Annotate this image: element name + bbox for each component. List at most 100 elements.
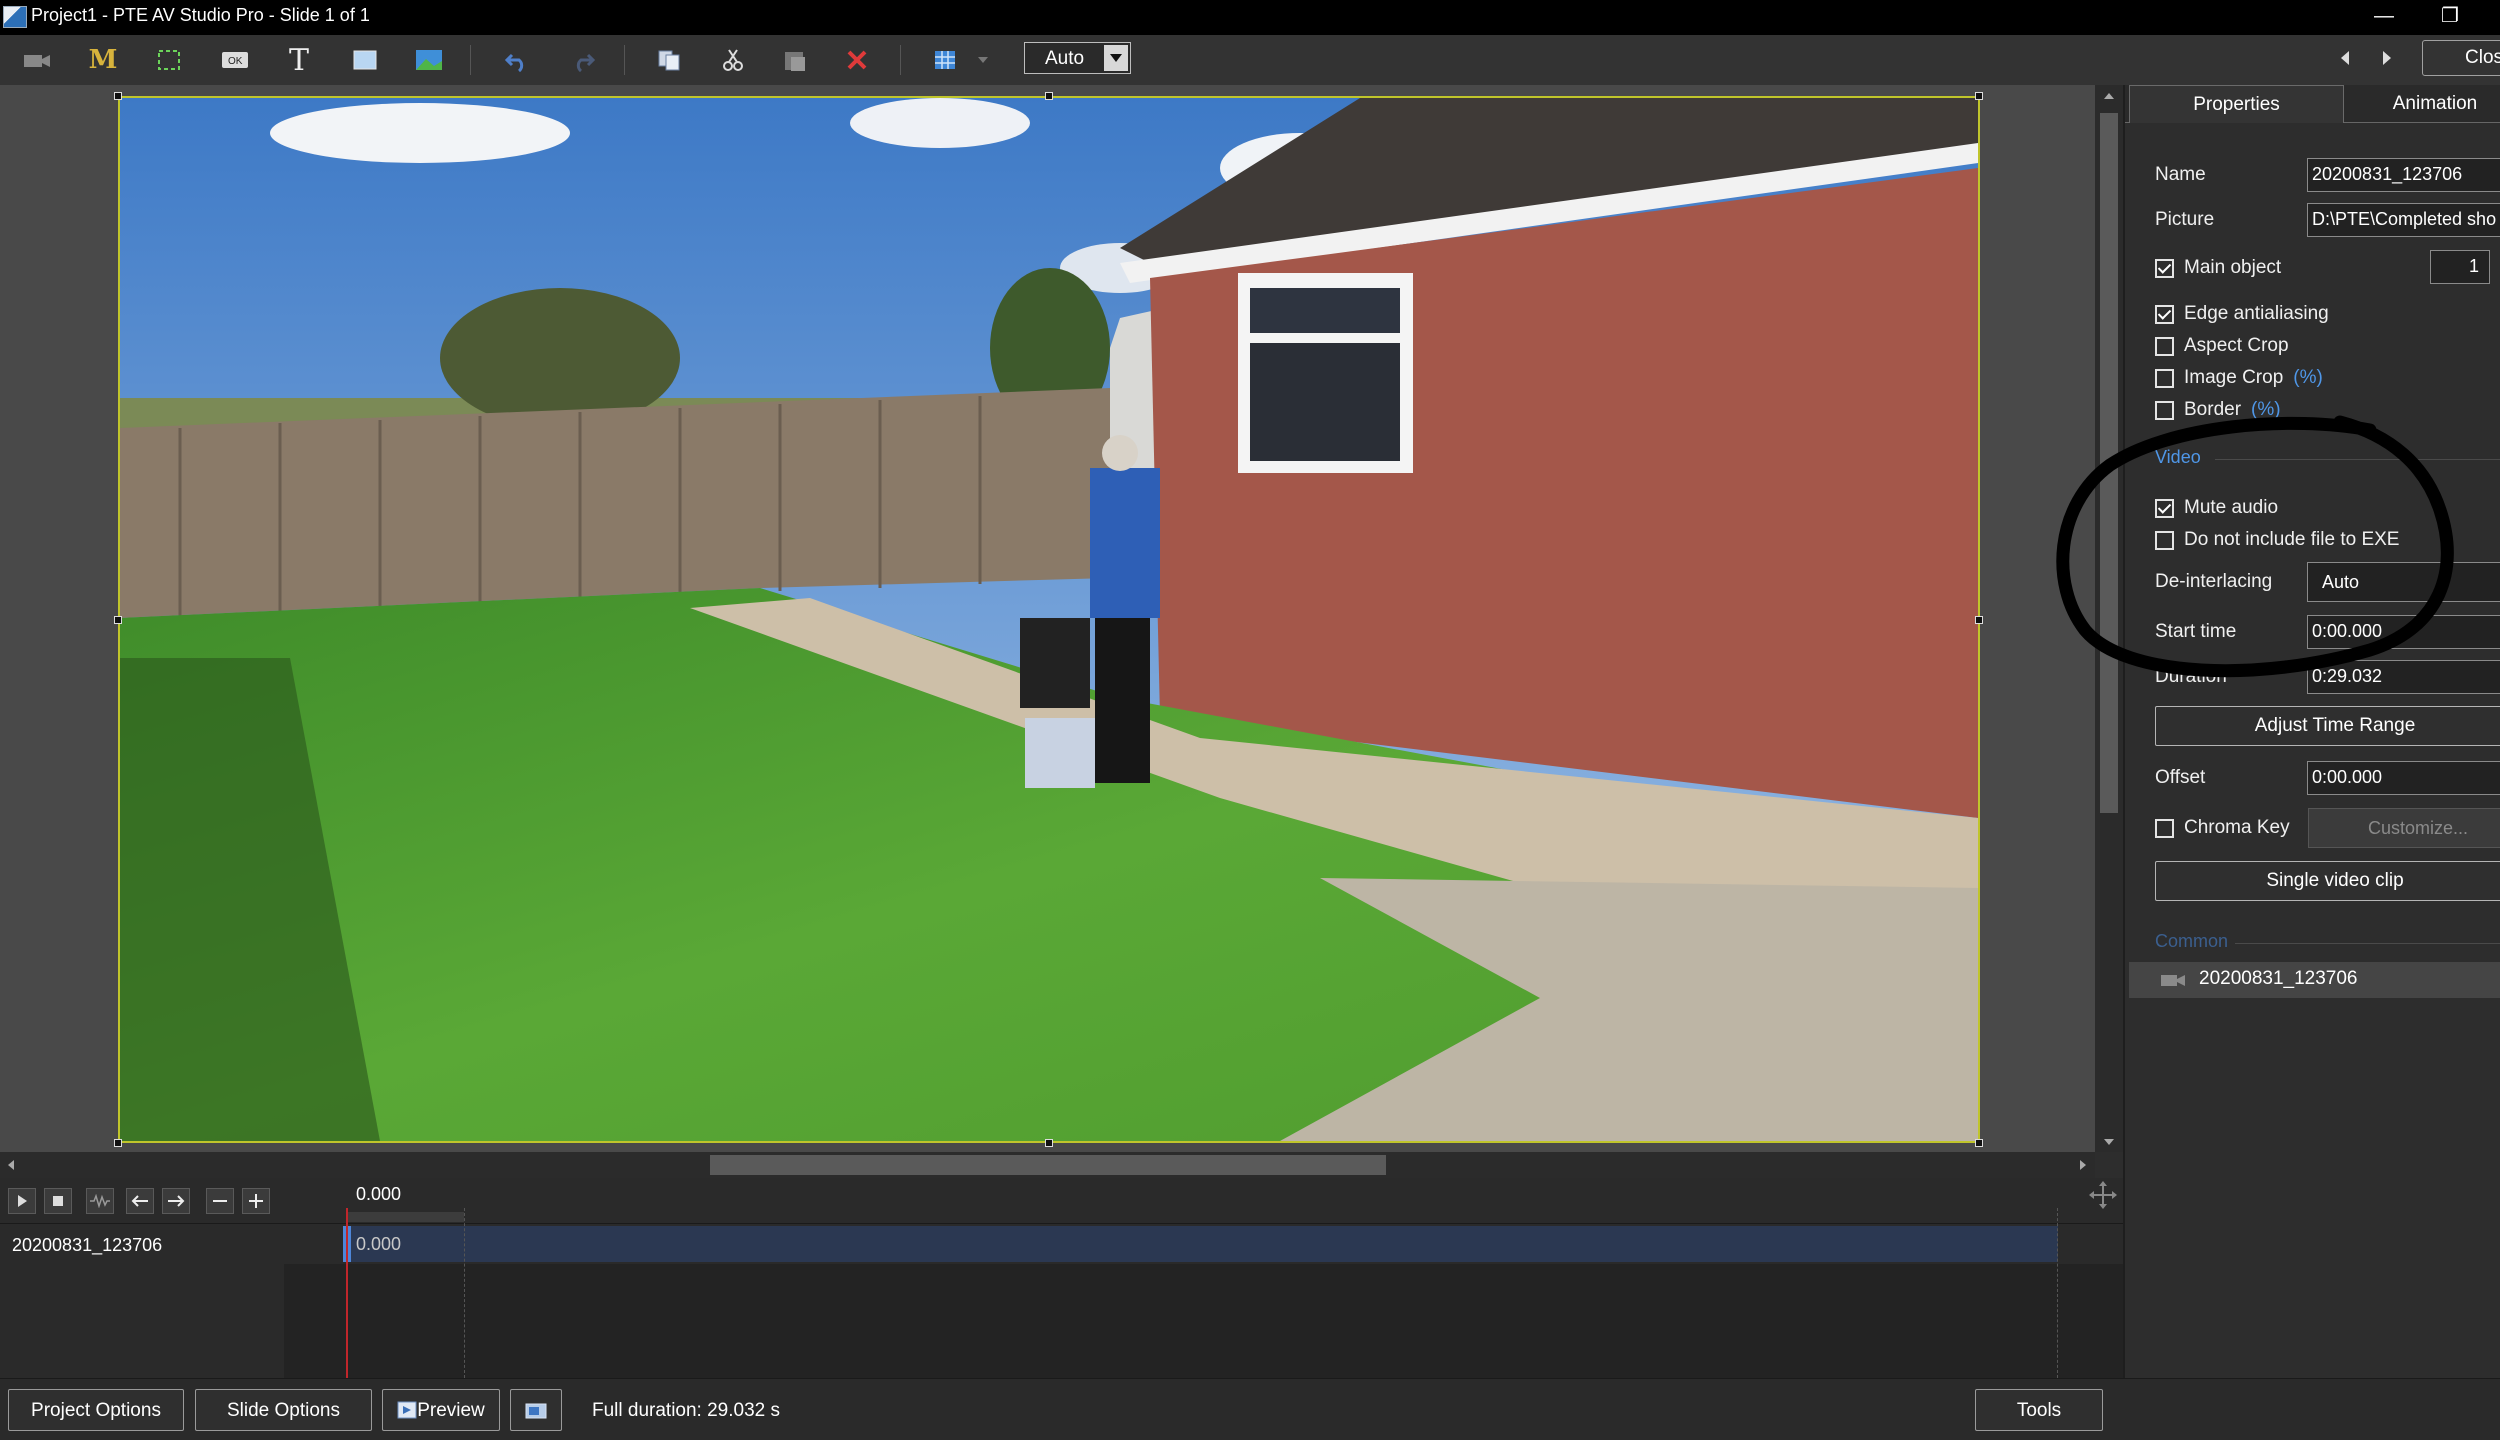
app-icon (3, 6, 27, 28)
redo-icon[interactable] (560, 41, 606, 79)
picture-label: Picture (2155, 209, 2215, 230)
move-icon[interactable] (2088, 1180, 2118, 1210)
preview-icon (397, 1401, 417, 1419)
scroll-up-icon[interactable] (2103, 91, 2115, 101)
clip-start-time: 0.000 (356, 1234, 402, 1254)
checkbox-icon[interactable] (2155, 818, 2174, 838)
name-label: Name (2155, 164, 2206, 185)
picture-path-field[interactable]: D:\PTE\Completed sho (2307, 203, 2500, 237)
image-crop-percent-link[interactable]: (%) (2293, 367, 2323, 389)
frame-icon[interactable] (146, 41, 192, 79)
checkbox-icon[interactable] (2155, 336, 2174, 356)
copy-icon[interactable] (646, 41, 692, 79)
chroma-key-checkbox[interactable]: Chroma Key (2155, 815, 2290, 841)
chroma-key-label: Chroma Key (2184, 817, 2290, 838)
chevron-down-icon[interactable] (1104, 45, 1128, 71)
stop-icon[interactable] (44, 1188, 72, 1214)
restore-button[interactable]: ❐ (2420, 0, 2480, 35)
customize-button[interactable]: Customize... (2308, 808, 2500, 848)
resize-handle[interactable] (1045, 1139, 1053, 1147)
preview-label: Preview (417, 1400, 485, 1421)
delete-icon[interactable] (834, 41, 880, 79)
edge-antialiasing-label: Edge antialiasing (2184, 303, 2329, 324)
scroll-right-icon[interactable] (2078, 1159, 2088, 1171)
mask-icon[interactable]: M (80, 41, 126, 79)
panel-right-arrow-icon[interactable] (2380, 49, 2394, 73)
properties-panel: Properties Animation Name 20200831_12370… (2123, 85, 2500, 1378)
checkbox-checked-icon[interactable] (2155, 258, 2174, 278)
toolbar-separator (900, 45, 901, 75)
play-icon[interactable] (8, 1188, 36, 1214)
timeline-panel: 0.000 20200831_123706 0.000 (0, 1178, 2123, 1378)
button-object-icon[interactable]: OK (212, 41, 258, 79)
scroll-down-icon[interactable] (2103, 1137, 2115, 1147)
preview-button[interactable]: Preview (382, 1389, 500, 1431)
track-name[interactable]: 20200831_123706 (12, 1235, 162, 1256)
rectangle-icon[interactable] (342, 41, 388, 79)
zoom-out-icon[interactable] (206, 1188, 234, 1214)
resize-handle[interactable] (114, 92, 122, 100)
image-crop-label: Image Crop (2184, 367, 2284, 388)
window-title: Project1 - PTE AV Studio Pro - Slide 1 o… (31, 5, 370, 25)
text-icon[interactable]: T (276, 41, 322, 79)
panel-left-arrow-icon[interactable] (2338, 49, 2352, 73)
resize-handle[interactable] (1975, 616, 1983, 624)
aspect-crop-checkbox[interactable]: Aspect Crop (2155, 333, 2289, 359)
resize-handle[interactable] (1975, 92, 1983, 100)
video-camera-icon[interactable] (14, 41, 60, 79)
zoom-select[interactable]: Auto (1024, 42, 1131, 74)
offset-label: Offset (2155, 767, 2206, 788)
playhead[interactable] (346, 1208, 348, 1378)
common-section-heading: Common (2155, 931, 2229, 951)
video-frame[interactable] (118, 96, 1980, 1143)
image-icon[interactable] (406, 41, 452, 79)
paste-icon[interactable] (772, 41, 818, 79)
video-clip[interactable] (343, 1226, 2058, 1262)
zoom-in-icon[interactable] (242, 1188, 270, 1214)
aspect-crop-label: Aspect Crop (2184, 335, 2289, 356)
close-button[interactable]: Clos (2422, 40, 2500, 76)
offset-field[interactable]: 0:00.000 (2307, 761, 2500, 795)
arrow-right-icon[interactable] (162, 1188, 190, 1214)
main-object-label: Main object (2184, 257, 2282, 278)
resize-handle[interactable] (1045, 92, 1053, 100)
resize-handle[interactable] (114, 1139, 122, 1147)
main-object-number-field[interactable]: 1 (2430, 250, 2490, 284)
edge-antialiasing-checkbox[interactable]: Edge antialiasing (2155, 301, 2329, 327)
image-crop-checkbox[interactable]: Image Crop (%) (2155, 365, 2323, 391)
section-divider (2235, 943, 2500, 944)
object-list-item-label: 20200831_123706 (2199, 968, 2358, 989)
timeline-ruler-time: 0.000 (356, 1184, 402, 1204)
adjust-time-range-button[interactable]: Adjust Time Range (2155, 706, 2500, 746)
cut-icon[interactable] (710, 41, 756, 79)
checkbox-icon[interactable] (2155, 368, 2174, 388)
timeline-divider (2057, 1208, 2058, 1378)
waveform-icon[interactable] (86, 1188, 114, 1214)
slide-options-button[interactable]: Slide Options (195, 1389, 372, 1431)
resize-handle[interactable] (1975, 1139, 1983, 1147)
resize-handle[interactable] (114, 616, 122, 624)
tools-button[interactable]: Tools (1975, 1389, 2103, 1431)
full-duration-text: Full duration: 29.032 s (592, 1400, 781, 1421)
tab-properties[interactable]: Properties (2129, 85, 2344, 123)
main-object-checkbox[interactable]: Main object (2155, 255, 2281, 281)
zoom-value: Auto (1045, 48, 1085, 69)
checkbox-checked-icon[interactable] (2155, 304, 2174, 324)
bottom-bar: Project Options Slide Options Preview Fu… (0, 1378, 2500, 1440)
horizontal-scrollbar[interactable] (0, 1152, 2095, 1178)
name-field[interactable]: 20200831_123706 (2307, 158, 2500, 192)
object-list-item[interactable]: 20200831_123706 (2129, 962, 2500, 998)
horizontal-scroll-thumb[interactable] (710, 1155, 1386, 1175)
single-video-clip-button[interactable]: Single video clip (2155, 861, 2500, 901)
fullscreen-preview-button[interactable] (510, 1389, 562, 1431)
project-options-button[interactable]: Project Options (8, 1389, 184, 1431)
timeline-controls: 0.000 (0, 1178, 2123, 1224)
tab-animation[interactable]: Animation (2350, 85, 2500, 123)
grid-icon[interactable] (922, 41, 968, 79)
grid-dropdown-icon[interactable] (970, 41, 996, 79)
scroll-left-icon[interactable] (6, 1159, 16, 1171)
toolbar: M OK T Auto Clos (0, 35, 2500, 85)
undo-icon[interactable] (494, 41, 540, 79)
minimize-button[interactable]: — (2354, 0, 2414, 35)
arrow-left-icon[interactable] (126, 1188, 154, 1214)
